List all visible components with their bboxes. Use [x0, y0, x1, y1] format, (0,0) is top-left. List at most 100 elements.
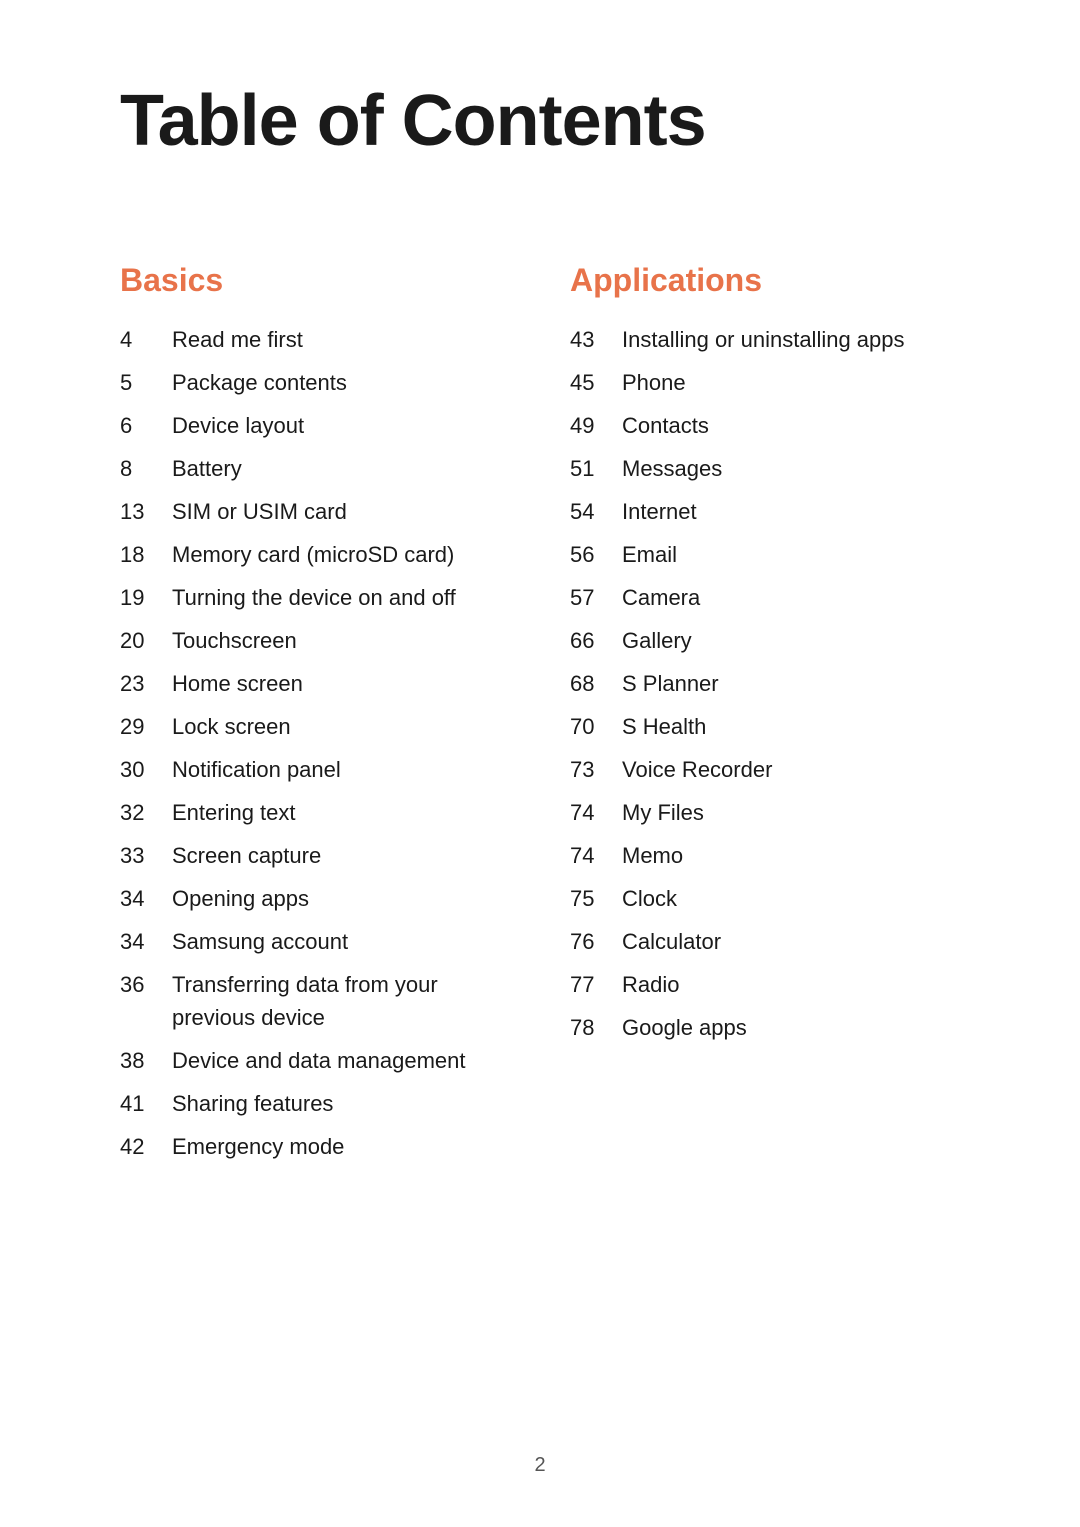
basics-item-title: SIM or USIM card	[172, 495, 347, 528]
applications-item-title: Installing or uninstalling apps	[622, 323, 905, 356]
applications-list-item: 43Installing or uninstalling apps	[570, 323, 960, 356]
basics-list-item: 34Samsung account	[120, 925, 510, 958]
basics-list-item: 33Screen capture	[120, 839, 510, 872]
basics-page-num: 34	[120, 882, 172, 915]
basics-item-title: Home screen	[172, 667, 303, 700]
basics-list-item: 4Read me first	[120, 323, 510, 356]
applications-item-title: Gallery	[622, 624, 692, 657]
applications-list-item: 73Voice Recorder	[570, 753, 960, 786]
applications-list-item: 66Gallery	[570, 624, 960, 657]
basics-page-num: 13	[120, 495, 172, 528]
basics-page-num: 30	[120, 753, 172, 786]
applications-item-title: Messages	[622, 452, 722, 485]
basics-list-item: 13SIM or USIM card	[120, 495, 510, 528]
applications-list-item: 70S Health	[570, 710, 960, 743]
applications-item-title: My Files	[622, 796, 704, 829]
applications-item-title: Email	[622, 538, 677, 571]
basics-page-num: 29	[120, 710, 172, 743]
applications-list-item: 74My Files	[570, 796, 960, 829]
applications-list-item: 51Messages	[570, 452, 960, 485]
basics-item-title: Screen capture	[172, 839, 321, 872]
applications-page-num: 54	[570, 495, 622, 528]
basics-page-num: 19	[120, 581, 172, 614]
basics-list-item: 34Opening apps	[120, 882, 510, 915]
applications-list-item: 45Phone	[570, 366, 960, 399]
applications-page-num: 56	[570, 538, 622, 571]
applications-list-item: 74Memo	[570, 839, 960, 872]
basics-page-num: 32	[120, 796, 172, 829]
applications-page-num: 70	[570, 710, 622, 743]
basics-item-title: Device layout	[172, 409, 304, 442]
basics-list-item: 19Turning the device on and off	[120, 581, 510, 614]
basics-page-num: 33	[120, 839, 172, 872]
applications-page-num: 43	[570, 323, 622, 356]
basics-item-title: Samsung account	[172, 925, 348, 958]
applications-item-title: S Planner	[622, 667, 719, 700]
basics-page-num: 42	[120, 1130, 172, 1163]
basics-column: Basics 4Read me first 5Package contents 6D…	[120, 262, 510, 1173]
applications-item-title: Internet	[622, 495, 697, 528]
basics-list-item: 32Entering text	[120, 796, 510, 829]
basics-item-title: Device and data management	[172, 1044, 466, 1077]
applications-page-num: 57	[570, 581, 622, 614]
page-title: Table of Contents	[120, 80, 960, 162]
applications-item-title: Camera	[622, 581, 700, 614]
applications-list-item: 54Internet	[570, 495, 960, 528]
applications-item-title: Contacts	[622, 409, 709, 442]
basics-item-title: Opening apps	[172, 882, 309, 915]
applications-heading: Applications	[570, 262, 960, 299]
toc-container: Basics 4Read me first 5Package contents 6D…	[120, 262, 960, 1173]
basics-page-num: 34	[120, 925, 172, 958]
applications-item-title: Google apps	[622, 1011, 747, 1044]
applications-item-title: Memo	[622, 839, 683, 872]
applications-item-title: Radio	[622, 968, 679, 1001]
basics-list-item: 30Notification panel	[120, 753, 510, 786]
applications-item-title: Phone	[622, 366, 686, 399]
basics-page-num: 8	[120, 452, 172, 485]
page-number: 2	[534, 1454, 545, 1477]
basics-list-item: 6Device layout	[120, 409, 510, 442]
basics-item-title: Entering text	[172, 796, 296, 829]
basics-item-title: Emergency mode	[172, 1130, 344, 1163]
applications-list-item: 76Calculator	[570, 925, 960, 958]
basics-item-title: Read me first	[172, 323, 303, 356]
applications-list-item: 77Radio	[570, 968, 960, 1001]
basics-list-item: 23Home screen	[120, 667, 510, 700]
applications-page-num: 66	[570, 624, 622, 657]
basics-list-item: 18Memory card (microSD card)	[120, 538, 510, 571]
basics-item-title: Transferring data from your previous dev…	[172, 968, 510, 1034]
applications-column: Applications 43Installing or uninstallin…	[570, 262, 960, 1054]
basics-item-title: Notification panel	[172, 753, 341, 786]
basics-list-item: 8Battery	[120, 452, 510, 485]
applications-list-item: 56Email	[570, 538, 960, 571]
applications-list: 43Installing or uninstalling apps45Phone…	[570, 323, 960, 1044]
applications-page-num: 45	[570, 366, 622, 399]
basics-page-num: 20	[120, 624, 172, 657]
basics-page-num: 18	[120, 538, 172, 571]
basics-page-num: 36	[120, 968, 172, 1001]
applications-list-item: 68S Planner	[570, 667, 960, 700]
applications-item-title: S Health	[622, 710, 706, 743]
basics-list-item: 36Transferring data from your previous d…	[120, 968, 510, 1034]
basics-list-item: 5Package contents	[120, 366, 510, 399]
applications-list-item: 75Clock	[570, 882, 960, 915]
basics-page-num: 23	[120, 667, 172, 700]
basics-heading: Basics	[120, 262, 510, 299]
applications-item-title: Clock	[622, 882, 677, 915]
basics-list-item: 41Sharing features	[120, 1087, 510, 1120]
basics-item-title: Lock screen	[172, 710, 291, 743]
basics-item-title: Sharing features	[172, 1087, 333, 1120]
basics-item-title: Package contents	[172, 366, 347, 399]
basics-list: 4Read me first 5Package contents 6Device l…	[120, 323, 510, 1163]
applications-page-num: 74	[570, 796, 622, 829]
basics-list-item: 29Lock screen	[120, 710, 510, 743]
basics-list-item: 42Emergency mode	[120, 1130, 510, 1163]
basics-page-num: 38	[120, 1044, 172, 1077]
basics-list-item: 20Touchscreen	[120, 624, 510, 657]
applications-list-item: 78Google apps	[570, 1011, 960, 1044]
basics-page-num: 41	[120, 1087, 172, 1120]
applications-page-num: 51	[570, 452, 622, 485]
basics-list-item: 38Device and data management	[120, 1044, 510, 1077]
applications-page-num: 78	[570, 1011, 622, 1044]
applications-page-num: 76	[570, 925, 622, 958]
